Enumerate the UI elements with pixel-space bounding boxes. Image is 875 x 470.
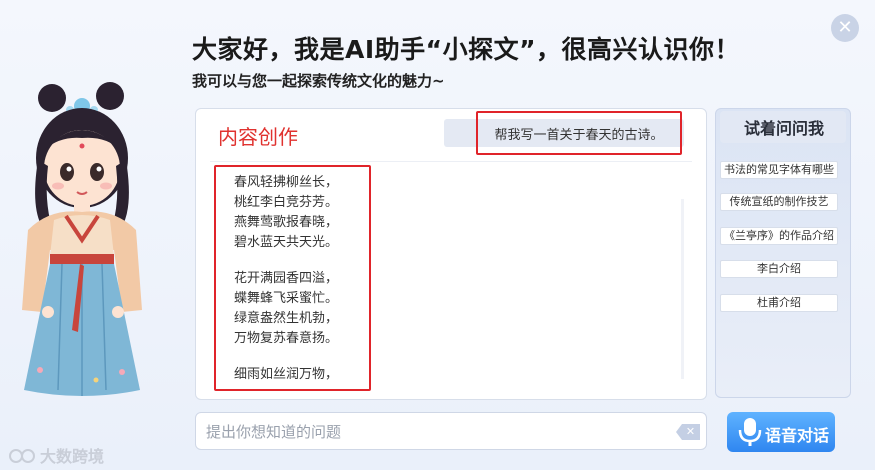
user-prompt-bubble: 帮我写一首关于春天的古诗。 <box>476 111 682 155</box>
clear-icon: ✕ <box>685 425 696 438</box>
close-icon: ✕ <box>837 17 853 38</box>
poem-line: 绿意盎然生机勃， <box>234 311 339 326</box>
poem-line: 细雨如丝润万物， <box>234 367 339 382</box>
question-input[interactable] <box>206 419 666 445</box>
suggestion-item[interactable]: 书法的常见字体有哪些 <box>720 161 838 179</box>
suggestion-item[interactable]: 杜甫介绍 <box>720 294 838 312</box>
watermark-text: 大数跨境 <box>40 447 105 466</box>
watermark: 大数跨境 <box>8 443 104 467</box>
suggestion-item[interactable]: 李白介绍 <box>720 260 838 278</box>
assistant-window: ✕ 大家好，我是AI助手“小探文”，很高兴认识你！ 我可以与您一起探索传统文化的… <box>0 0 875 470</box>
close-button[interactable]: ✕ <box>831 14 859 42</box>
poem-response: 春风轻拂柳丝长， 桃红李白竞芬芳。 燕舞莺歌报春晓， 碧水蓝天共天光。 花开满园… <box>214 165 371 391</box>
suggestion-item[interactable]: 《兰亭序》的作品介绍 <box>720 227 838 245</box>
panel-divider <box>210 161 692 162</box>
poem-line: 春风轻拂柳丝长， <box>234 175 339 190</box>
poem-line: 桃红李白竞芬芳。 <box>234 195 339 210</box>
content-creation-panel: 内容创作 帮我写一首关于春天的古诗。 春风轻拂柳丝长， 桃红李白竞芬芳。 燕舞莺… <box>195 108 707 400</box>
voice-chat-button[interactable]: 语音对话 <box>727 412 835 452</box>
stanza-gap <box>234 349 369 365</box>
poem-line: 花开满园香四溢， <box>234 271 339 286</box>
panel-title: 内容创作 <box>218 125 298 149</box>
microphone-icon <box>738 418 762 446</box>
greeting-subtitle: 我可以与您一起探索传统文化的魅力~ <box>192 72 445 90</box>
stanza-gap <box>234 253 369 269</box>
suggestion-item[interactable]: 传统宣纸的制作技艺 <box>720 193 838 211</box>
poem-line: 碧水蓝天共天光。 <box>234 235 339 250</box>
content-scrollbar[interactable] <box>681 199 684 379</box>
greeting-heading: 大家好，我是AI助手“小探文”，很高兴认识你！ <box>192 35 741 64</box>
question-input-bar: ✕ <box>195 412 707 450</box>
voice-chat-label: 语音对话 <box>765 426 830 445</box>
suggestions-panel: 试着问问我 书法的常见字体有哪些 传统宣纸的制作技艺 《兰亭序》的作品介绍 李白… <box>715 108 851 398</box>
suggestions-title: 试着问问我 <box>743 119 824 138</box>
poem-line: 万物复苏春意扬。 <box>234 331 339 346</box>
assistant-avatar-illustration <box>22 82 142 396</box>
poem-line: 蝶舞蜂飞采蜜忙。 <box>234 291 339 306</box>
clear-input-button[interactable]: ✕ <box>676 424 700 440</box>
watermark-logo-icon <box>9 449 35 463</box>
poem-line: 燕舞莺歌报春晓， <box>234 215 339 230</box>
